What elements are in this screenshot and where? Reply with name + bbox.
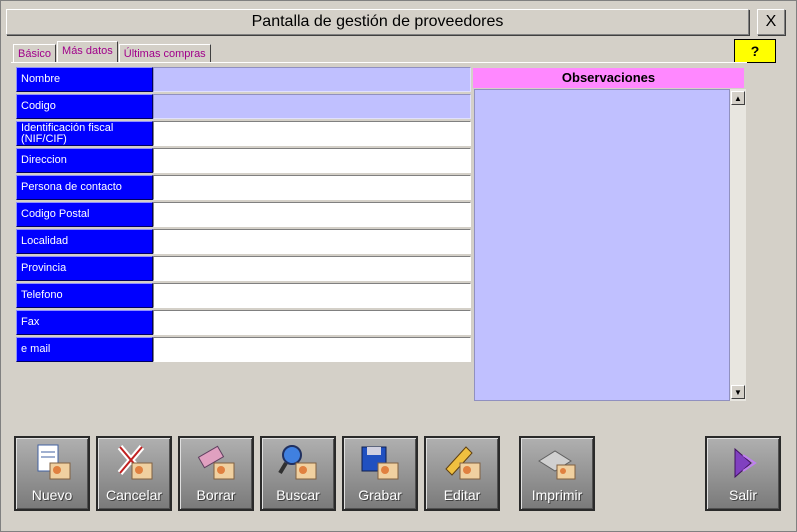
- provincia-input[interactable]: [153, 256, 471, 281]
- fax-input[interactable]: [153, 310, 471, 335]
- nif-input[interactable]: [153, 121, 471, 146]
- close-button[interactable]: X: [757, 9, 785, 35]
- magnifier-icon: [278, 445, 317, 480]
- buscar-label: Buscar: [276, 487, 320, 503]
- field-label: Fax: [16, 310, 153, 335]
- observaciones-textarea[interactable]: [474, 89, 730, 401]
- field-row-codigo: Codigo: [16, 94, 471, 121]
- telefono-input[interactable]: [153, 283, 471, 308]
- salir-button[interactable]: Salir: [705, 436, 781, 511]
- field-label: Direccion: [16, 148, 153, 173]
- direccion-input[interactable]: [153, 148, 471, 173]
- editar-button[interactable]: Editar: [424, 436, 500, 511]
- field-row-localidad: Localidad: [16, 229, 471, 256]
- field-label: Persona de contacto: [16, 175, 153, 200]
- field-row-provincia: Provincia: [16, 256, 471, 283]
- form-fields: Nombre Codigo Identificación fiscal (NIF…: [16, 67, 471, 364]
- field-row-fax: Fax: [16, 310, 471, 337]
- tab-basico[interactable]: Básico: [13, 44, 57, 63]
- field-label: e mail: [16, 337, 153, 362]
- field-row-contacto: Persona de contacto: [16, 175, 471, 202]
- scroll-down-icon[interactable]: ▼: [731, 385, 745, 399]
- field-label: Codigo Postal: [16, 202, 153, 227]
- buscar-button[interactable]: Buscar: [260, 436, 336, 511]
- field-label: Nombre: [16, 67, 153, 92]
- eraser-icon: [197, 445, 235, 480]
- field-label: Identificación fiscal (NIF/CIF): [16, 121, 153, 146]
- field-row-codigo-postal: Codigo Postal: [16, 202, 471, 229]
- window-title: Pantalla de gestión de proveedores: [6, 9, 749, 35]
- tab-divider: [11, 62, 747, 63]
- nombre-input[interactable]: [153, 67, 471, 92]
- scroll-up-icon[interactable]: ▲: [731, 91, 745, 105]
- codigo-input[interactable]: [153, 94, 471, 119]
- field-row-nombre: Nombre: [16, 67, 471, 94]
- observaciones-scrollbar[interactable]: ▲ ▼: [730, 89, 746, 401]
- field-label: Telefono: [16, 283, 153, 308]
- email-input[interactable]: [153, 337, 471, 362]
- contacto-input[interactable]: [153, 175, 471, 200]
- supplier-window: Pantalla de gestión de proveedores X ? B…: [0, 0, 797, 532]
- field-row-email: e mail: [16, 337, 471, 364]
- salir-label: Salir: [728, 487, 757, 503]
- borrar-label: Borrar: [196, 487, 236, 503]
- field-label: Localidad: [16, 229, 153, 254]
- field-row-nif: Identificación fiscal (NIF/CIF): [16, 121, 471, 148]
- editar-label: Editar: [443, 487, 481, 503]
- field-label: Codigo: [16, 94, 153, 119]
- exit-arrow-icon: [734, 447, 757, 479]
- printer-icon: [538, 450, 576, 480]
- localidad-input[interactable]: [153, 229, 471, 254]
- tab-mas-datos[interactable]: Más datos: [57, 41, 118, 63]
- cancelar-label: Cancelar: [105, 487, 163, 503]
- field-label: Provincia: [16, 256, 153, 281]
- floppy-disk-icon: [361, 446, 399, 480]
- grabar-label: Grabar: [358, 487, 402, 503]
- grabar-button[interactable]: Grabar: [342, 436, 418, 511]
- imprimir-label: Imprimir: [531, 487, 583, 503]
- observaciones-header: Observaciones: [473, 68, 744, 88]
- new-document-icon: [37, 444, 71, 480]
- field-row-telefono: Telefono: [16, 283, 471, 310]
- imprimir-button[interactable]: Imprimir: [519, 436, 595, 511]
- nuevo-button[interactable]: Nuevo: [14, 436, 90, 511]
- cancel-x-icon: [117, 445, 153, 480]
- field-row-direccion: Direccion: [16, 148, 471, 175]
- codigo-postal-input[interactable]: [153, 202, 471, 227]
- pencil-icon: [445, 446, 481, 480]
- cancelar-button[interactable]: Cancelar: [96, 436, 172, 511]
- borrar-button[interactable]: Borrar: [178, 436, 254, 511]
- tab-bar: Básico Más datos Últimas compras: [13, 41, 212, 63]
- nuevo-label: Nuevo: [31, 487, 73, 503]
- help-button[interactable]: ?: [734, 39, 776, 63]
- tab-ultimas-compras[interactable]: Últimas compras: [118, 44, 211, 63]
